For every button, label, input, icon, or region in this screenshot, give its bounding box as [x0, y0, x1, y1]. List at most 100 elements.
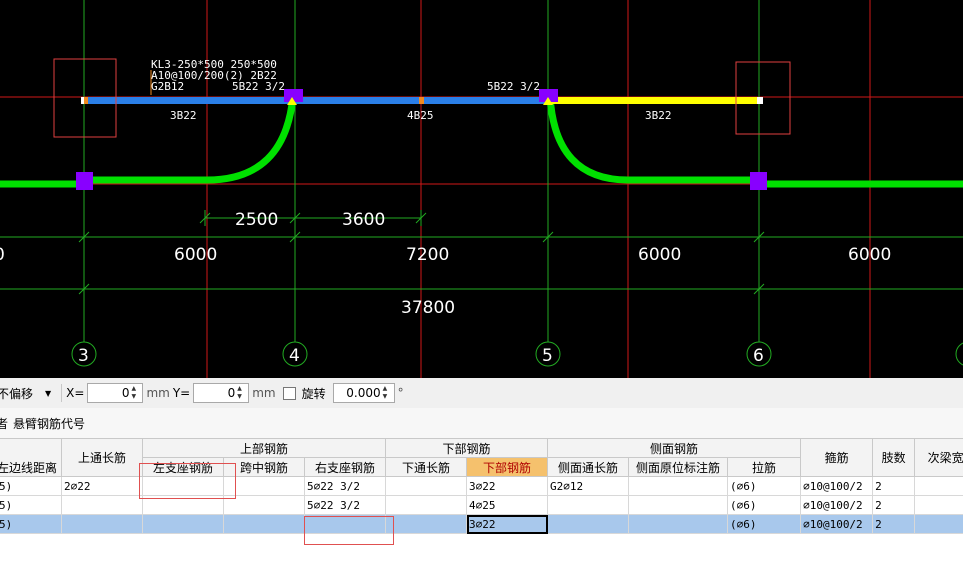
cell-edge[interactable]: 5): [0, 476, 62, 496]
cell-bottom-bars-current[interactable]: 3⌀22: [466, 514, 549, 534]
rotate-checkbox[interactable]: [282, 386, 296, 400]
cell-mid-span[interactable]: [223, 514, 305, 534]
y-label: Y=: [172, 386, 191, 400]
cell-edge[interactable]: 5): [0, 514, 62, 534]
table-row[interactable]: 5) 2⌀22 5⌀22 3/2 3⌀22 G2⌀12 (⌀6) ⌀10@100…: [0, 476, 963, 496]
cell-bottom-through[interactable]: [385, 514, 468, 534]
rotate-label: 旋转: [301, 386, 326, 401]
cell-right-support[interactable]: [303, 514, 387, 534]
cell-stirrup[interactable]: ⌀10@100/2: [800, 495, 874, 515]
beam-rebar-table: 左边线距离 上通长筋 上部钢筋 下部钢筋 侧面钢筋 箍筋 肢数 次梁宽 左支座钢…: [0, 438, 963, 567]
dim-3600: 3600: [342, 210, 385, 230]
rotate-value: 0.000: [346, 386, 381, 400]
cell-top-through[interactable]: [61, 495, 143, 515]
axis-label-6: 6: [753, 346, 764, 366]
header-side-rebar-group: 侧面钢筋: [547, 438, 802, 458]
dim-span-7200: 7200: [406, 245, 449, 265]
cell-left-support[interactable]: [142, 495, 224, 515]
cell-legs[interactable]: 2: [872, 476, 916, 496]
cell-right-support[interactable]: 5⌀22 3/2: [303, 495, 387, 515]
cell-side-original[interactable]: [628, 495, 729, 515]
header-right-support[interactable]: 右支座钢筋: [303, 457, 387, 477]
cell-legs[interactable]: 2: [872, 514, 916, 534]
table-row[interactable]: 5) 5⌀22 3/2 4⌀25 (⌀6) ⌀10@100/2 2: [0, 495, 963, 515]
header-side-through[interactable]: 侧面通长筋: [547, 457, 630, 477]
red-grid-lines: [0, 0, 963, 378]
beam-label-line-3: G2B12: [151, 80, 184, 93]
y-offset-value: 0: [227, 386, 236, 400]
beam-annotation: KL3-250*500 250*500 A10@100/200(2) 2B22 …: [150, 58, 672, 122]
header-left-support[interactable]: 左支座钢筋: [142, 457, 224, 477]
header-edge-distance[interactable]: 左边线距离: [0, 438, 62, 477]
bottom-rebar-label-1: 3B22: [170, 109, 197, 122]
header-tie-bars[interactable]: 拉筋: [727, 457, 802, 477]
offset-mode-select[interactable]: 不偏移 ▼: [0, 385, 51, 402]
header-side-original[interactable]: 侧面原位标注筋: [628, 457, 729, 477]
header-top-through[interactable]: 上通长筋: [61, 438, 143, 477]
cell-mid-span[interactable]: [223, 476, 305, 496]
tab-bar: 者 悬臂钢筋代号: [0, 408, 963, 438]
tab-fragment[interactable]: 者: [0, 415, 8, 432]
cell-bottom-through[interactable]: [385, 495, 468, 515]
header-legs[interactable]: 肢数: [872, 438, 916, 477]
cell-side-original[interactable]: [628, 514, 729, 534]
dim-span-0: 0: [0, 245, 5, 265]
y-unit: mm: [252, 386, 276, 400]
cell-top-through[interactable]: 2⌀22: [61, 476, 143, 496]
top-rebar-label-left: 5B22 3/2: [232, 80, 285, 93]
y-offset-input[interactable]: 0 ▲ ▼: [193, 383, 250, 403]
cell-bottom-bars[interactable]: 3⌀22: [466, 476, 549, 496]
header-top-rebar-group: 上部钢筋: [141, 438, 387, 458]
cell-top-through[interactable]: [61, 514, 143, 534]
cell-tie[interactable]: (⌀6): [727, 514, 802, 534]
cell-tie[interactable]: (⌀6): [727, 495, 802, 515]
cell-side-through[interactable]: [547, 495, 630, 515]
header-stirrup[interactable]: 箍筋: [800, 438, 874, 477]
cad-drawing-canvas[interactable]: KL3-250*500 250*500 A10@100/200(2) 2B22 …: [0, 0, 963, 378]
top-rebar-label-right: 5B22 3/2: [487, 80, 540, 93]
dim-span-6000-b: 6000: [638, 245, 681, 265]
chevron-down-icon: ▼: [45, 388, 52, 398]
x-label: X=: [66, 386, 85, 400]
x-spinner-arrows-icon[interactable]: ▲ ▼: [131, 385, 141, 401]
cell-bottom-bars[interactable]: 4⌀25: [466, 495, 549, 515]
table-row-selected[interactable]: 5) 3⌀22 (⌀6) ⌀10@100/2 2: [0, 514, 963, 534]
cell-legs[interactable]: 2: [872, 495, 916, 515]
beam-kl3[interactable]: [81, 97, 763, 104]
cell-stirrup[interactable]: ⌀10@100/2: [800, 476, 874, 496]
cell-left-support[interactable]: [142, 476, 224, 496]
header-mid-span[interactable]: 跨中钢筋: [223, 457, 305, 477]
cell-bottom-through[interactable]: [385, 476, 468, 496]
header-bottom-through[interactable]: 下通长筋: [385, 457, 468, 477]
axis-label-3: 3: [78, 346, 89, 366]
cell-stirrup[interactable]: ⌀10@100/2: [800, 514, 874, 534]
y-spinner-arrows-icon[interactable]: ▲ ▼: [237, 385, 247, 401]
cell-secondary[interactable]: [914, 514, 963, 534]
header-bottom-bars[interactable]: 下部钢筋: [466, 457, 549, 477]
bottom-rebar-line: [0, 95, 963, 188]
bottom-rebar-label-3: 3B22: [645, 109, 672, 122]
rotate-spinner-arrows-icon[interactable]: ▲ ▼: [383, 385, 393, 401]
offset-toolbar: 不偏移 ▼ X= 0 ▲ ▼ mm Y= 0 ▲ ▼ mm 旋转 0.000 ▲ ▼ …: [0, 378, 963, 408]
cell-edge[interactable]: 5): [0, 495, 62, 515]
header-bottom-rebar-group: 下部钢筋: [385, 438, 549, 458]
x-offset-input[interactable]: 0 ▲ ▼: [87, 383, 144, 403]
axis-label-5: 5: [542, 346, 553, 366]
cell-mid-span[interactable]: [223, 495, 305, 515]
cell-secondary[interactable]: [914, 476, 963, 496]
cell-side-through[interactable]: G2⌀12: [547, 476, 630, 496]
header-secondary-width[interactable]: 次梁宽: [914, 438, 963, 477]
tab-cantilever-rebar-code[interactable]: 悬臂钢筋代号: [13, 415, 85, 432]
cell-tie[interactable]: (⌀6): [727, 476, 802, 496]
axis-label-4: 4: [289, 346, 300, 366]
rotate-input[interactable]: 0.000 ▲ ▼: [332, 383, 395, 403]
cell-left-support[interactable]: [142, 514, 224, 534]
offset-mode-value: 不偏移: [0, 386, 34, 401]
cell-side-original[interactable]: [628, 476, 729, 496]
axis-markers: 3 4 5 6: [71, 341, 963, 367]
green-axis-lines: [0, 0, 963, 342]
cell-side-through[interactable]: [547, 514, 630, 534]
cell-secondary[interactable]: [914, 495, 963, 515]
cell-right-support[interactable]: 5⌀22 3/2: [303, 476, 387, 496]
dimension-labels: 2500 3600 0 6000 7200 6000 6000 37800: [0, 210, 891, 318]
